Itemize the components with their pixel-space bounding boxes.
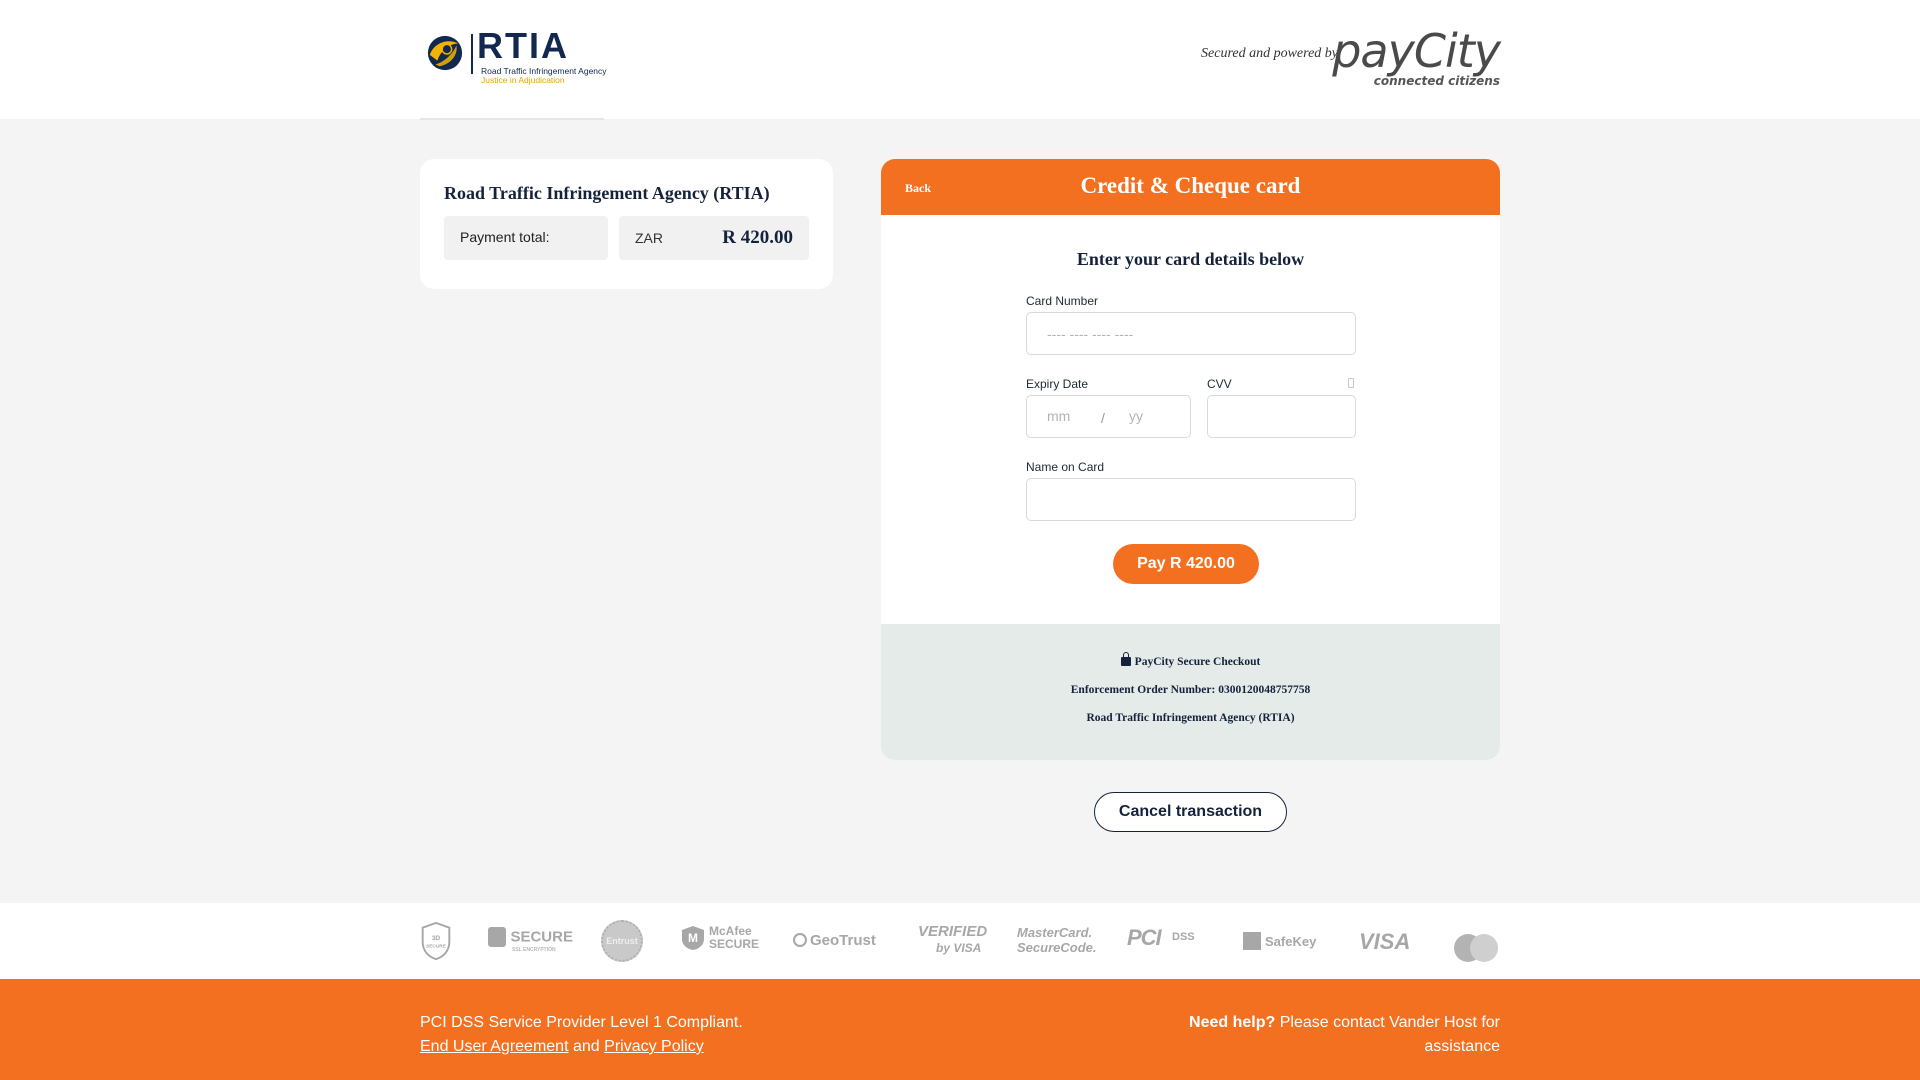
expiry-date-label: Expiry Date bbox=[1026, 377, 1089, 391]
pci-compliance-text: PCI DSS Service Provider Level 1 Complia… bbox=[420, 1014, 743, 1031]
expiry-date-field[interactable]: mm / yy bbox=[1026, 395, 1191, 438]
summary-title: Road Traffic Infringement Agency (RTIA) bbox=[444, 183, 770, 203]
ssl-secure-badge: SECURE SSL ENCRYPTION bbox=[488, 927, 573, 967]
svg-text:SECURE: SECURE bbox=[426, 944, 446, 950]
verified-text: VERIFIED bbox=[918, 923, 988, 940]
expiry-separator: / bbox=[1101, 410, 1105, 426]
footer-left: PCI DSS Service Provider Level 1 Complia… bbox=[420, 1011, 743, 1059]
verified-subtext: by VISA bbox=[936, 941, 982, 955]
payment-total-label-box: Payment total: bbox=[444, 216, 608, 260]
mcafee-secure-badge: M McAfee SECURE bbox=[681, 925, 759, 965]
rtia-emblem-icon bbox=[427, 35, 463, 71]
geotrust-badge: GeoTrust bbox=[793, 932, 876, 972]
safekey-text: SafeKey bbox=[1265, 934, 1317, 949]
3d-secure-badge-icon: 3D SECURE bbox=[421, 921, 451, 961]
cvv-label: CVV bbox=[1207, 377, 1232, 391]
pay-button[interactable]: Pay R 420.00 bbox=[1113, 544, 1259, 584]
mastercard-text: MasterCard. bbox=[1017, 925, 1093, 940]
powered-by: Secured and powered by payCity connected… bbox=[1180, 24, 1501, 90]
dss-text: DSS bbox=[1172, 931, 1195, 943]
card-payment-panel: Back Credit & Cheque card Enter your car… bbox=[881, 159, 1500, 760]
card-number-label: Card Number bbox=[1026, 294, 1099, 308]
name-on-card-field[interactable] bbox=[1026, 478, 1356, 521]
enforcement-order-number: Enforcement Order Number: 03001200487577… bbox=[1070, 684, 1311, 696]
need-help-text: Please contact Vander Host for assistanc… bbox=[1279, 1014, 1500, 1055]
secure-checkout-text: PayCity Secure Checkout bbox=[1134, 656, 1261, 668]
paycity-tagline: connected citizens bbox=[1373, 74, 1500, 88]
card-number-input[interactable] bbox=[1027, 313, 1355, 354]
name-on-card-input[interactable] bbox=[1027, 479, 1355, 520]
paycity-logo[interactable]: payCity bbox=[1332, 24, 1501, 78]
form-title: Enter your card details below bbox=[1076, 249, 1305, 269]
mastercard-logo-icon bbox=[1454, 934, 1498, 962]
amex-icon bbox=[1243, 932, 1261, 950]
name-on-card-label: Name on Card bbox=[1026, 460, 1105, 474]
payment-total-label: Payment total: bbox=[460, 229, 550, 245]
svg-text:M: M bbox=[688, 931, 698, 945]
secure-checkout-line: PayCity Secure Checkout bbox=[881, 652, 1500, 668]
pci-text: PCI bbox=[1127, 925, 1162, 950]
cancel-transaction-button[interactable]: Cancel transaction bbox=[1094, 792, 1287, 832]
currency-code: ZAR bbox=[635, 230, 663, 246]
card-number-field[interactable] bbox=[1026, 312, 1356, 355]
payment-summary-card: Road Traffic Infringement Agency (RTIA) … bbox=[420, 159, 833, 289]
securecode-text: SecureCode. bbox=[1017, 940, 1097, 955]
geotrust-icon bbox=[793, 933, 807, 947]
security-badges-bar: 3D SECURE SECURE SSL ENCRYPTION Entrust … bbox=[0, 903, 1920, 979]
svg-text:3D: 3D bbox=[432, 935, 441, 942]
privacy-policy-link[interactable]: Privacy Policy bbox=[604, 1038, 704, 1055]
logo-tagline: Justice in Adjudication bbox=[481, 75, 565, 85]
logo-tab-underline bbox=[420, 118, 604, 120]
footer-and-text: and bbox=[572, 1038, 600, 1055]
visa-badge: VISA bbox=[1359, 929, 1411, 954]
mcafee-shield-icon: M bbox=[682, 926, 704, 950]
logo-divider bbox=[471, 34, 473, 74]
cvv-info-icon[interactable] bbox=[1348, 378, 1354, 388]
need-help-label: Need help? bbox=[1189, 1014, 1276, 1031]
logo-name: RTIA bbox=[477, 25, 569, 66]
powered-by-text: Secured and powered by bbox=[1201, 46, 1338, 61]
rtia-logo[interactable]: RTIA Road Traffic Infringement Agency Ju… bbox=[426, 26, 607, 86]
ssl-secure-subtext: SSL ENCRYPTION bbox=[512, 947, 556, 953]
payment-total-value-box: ZAR R 420.00 bbox=[619, 216, 809, 260]
end-user-agreement-link[interactable]: End User Agreement bbox=[420, 1038, 569, 1055]
cvv-field[interactable] bbox=[1207, 395, 1356, 438]
page-footer: PCI DSS Service Provider Level 1 Complia… bbox=[0, 979, 1920, 1080]
ssl-lock-icon bbox=[488, 927, 506, 947]
safekey-badge: SafeKey bbox=[1243, 932, 1316, 972]
cvv-input[interactable] bbox=[1208, 396, 1355, 437]
ssl-secure-text: SECURE bbox=[510, 928, 573, 946]
payment-method-title: Credit & Cheque card bbox=[1080, 173, 1301, 198]
lock-icon bbox=[1120, 652, 1131, 666]
payment-panel-header: Back Credit & Cheque card bbox=[881, 159, 1500, 215]
entrust-badge: Entrust bbox=[601, 920, 643, 962]
mcafee-subtext: SECURE bbox=[709, 937, 760, 951]
footer-help: Need help? Please contact Vander Host fo… bbox=[1160, 1011, 1500, 1059]
expiry-month-input[interactable]: mm bbox=[1047, 408, 1070, 424]
agency-name: Road Traffic Infringement Agency (RTIA) bbox=[1086, 712, 1295, 724]
page-header: RTIA Road Traffic Infringement Agency Ju… bbox=[0, 0, 1920, 119]
geotrust-text: GeoTrust bbox=[810, 932, 876, 949]
payment-total-amount: R 420.00 bbox=[722, 227, 793, 248]
expiry-year-input[interactable]: yy bbox=[1129, 408, 1143, 424]
checkout-info-panel: PayCity Secure Checkout Enforcement Orde… bbox=[881, 624, 1500, 760]
